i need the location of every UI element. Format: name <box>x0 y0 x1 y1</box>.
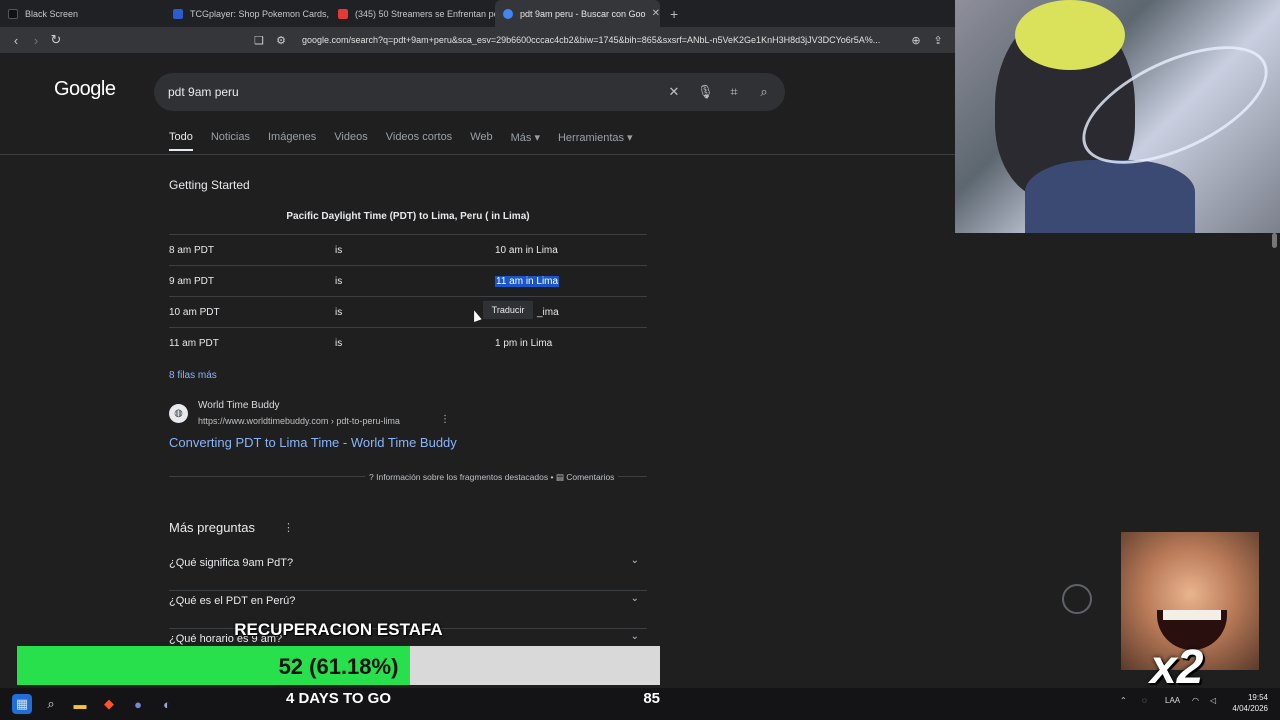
about-snippets-link[interactable]: Información sobre los fragmentos destaca… <box>376 472 548 482</box>
clock-date: 4/04/2026 <box>1232 704 1268 713</box>
help-icon: ? <box>369 472 374 482</box>
translate-tooltip[interactable]: Traducir <box>483 301 533 319</box>
streamer-hair <box>1015 0 1125 70</box>
goal-target: 85 <box>643 690 660 707</box>
people-also-ask-title: Más preguntas <box>169 520 255 535</box>
new-tab-button[interactable]: + <box>660 6 688 22</box>
tab-imagenes[interactable]: Imágenes <box>268 131 316 151</box>
network-icon[interactable]: ◌ <box>1142 696 1147 705</box>
url-field[interactable]: google.com/search?q=pdt+9am+peru&sca_esv… <box>302 35 897 45</box>
tab-web[interactable]: Web <box>470 131 492 151</box>
reload-icon[interactable]: ↻ <box>46 32 66 48</box>
tab-title: (345) 50 Streamers se Enfrentan por <box>355 8 495 19</box>
tab-youtube[interactable]: (345) 50 Streamers se Enfrentan por <box>330 0 495 27</box>
address-bar: ‹ › ↻ ❑ ⚙ google.com/search?q=pdt+9am+pe… <box>0 27 955 53</box>
google-logo[interactable]: Google <box>54 78 116 101</box>
tab-google-search[interactable]: pdt 9am peru - Buscar con Goo ✕ <box>495 0 660 27</box>
tab-herramientas[interactable]: Herramientas ▾ <box>558 131 633 151</box>
tab-black-screen[interactable]: Black Screen <box>0 0 165 27</box>
source-name[interactable]: World Time Buddy <box>198 400 280 411</box>
share-icon[interactable]: ⇪ <box>931 33 945 47</box>
more-options-icon[interactable]: ⋮ <box>440 414 450 425</box>
question-text: ¿Qué es el PDT en Perú? <box>169 595 296 607</box>
chevron-down-icon: ⌄ <box>630 593 639 604</box>
goal-progress-bar: 52 (61.18%) <box>17 646 660 685</box>
table-cell: is <box>335 338 343 349</box>
table-title: Pacific Daylight Time (PDT) to Lima, Per… <box>286 211 530 222</box>
feedback-icon: ▤ <box>555 472 564 482</box>
webcam-overlay <box>955 0 1280 233</box>
table-cell: 10 am in Lima <box>495 245 558 256</box>
search-icon[interactable]: ⌕ <box>757 84 771 100</box>
table-cell: 9 am PDT <box>169 276 215 287</box>
table-cell: 1 pm in Lima <box>495 338 553 349</box>
clock-time: 19:54 <box>1247 693 1268 702</box>
tab-noticias[interactable]: Noticias <box>211 131 250 151</box>
snippet-heading: Getting Started <box>169 178 250 192</box>
zoom-icon[interactable]: ⊕ <box>909 33 923 47</box>
table-row: 9 am PDT is 11 am in Lima <box>169 265 647 296</box>
youtube-icon <box>338 8 348 19</box>
separator: • <box>550 472 554 482</box>
table-row: 11 am PDT is 1 pm in Lima <box>169 327 647 358</box>
divider <box>0 154 955 155</box>
table-cell: 8 am PDT <box>169 245 215 256</box>
table-cell: _ima <box>537 307 559 318</box>
search-tabs: Todo Noticias Imágenes Videos Videos cor… <box>169 131 651 151</box>
table-cell: is <box>335 307 343 318</box>
source-url[interactable]: https://www.worldtimebuddy.com › pdt-to-… <box>198 416 400 426</box>
tab-favicon-icon <box>173 8 183 19</box>
goal-title: RECUPERACION ESTAFA <box>234 620 443 639</box>
chevron-down-icon: ⌄ <box>630 555 639 566</box>
goal-progress-text: 52 (61.18%) <box>278 654 399 679</box>
tab-todo[interactable]: Todo <box>169 131 193 151</box>
table-cell: 10 am PDT <box>169 307 220 318</box>
more-options-icon[interactable]: ⋮ <box>283 521 294 534</box>
question-text: ¿Qué significa 9am PdT? <box>169 557 294 569</box>
days-remaining: 4 DAYS TO GO <box>285 690 392 707</box>
forward-icon[interactable]: › <box>26 33 46 48</box>
back-icon[interactable]: ‹ <box>6 33 26 48</box>
search-input[interactable] <box>168 85 651 99</box>
camera-search-icon[interactable]: ⌗ <box>727 84 741 100</box>
site-settings-icon[interactable]: ⚙ <box>274 33 288 47</box>
system-clock[interactable]: 19:54 4/04/2026 <box>1226 692 1268 714</box>
loading-spinner-icon <box>1062 584 1092 614</box>
globe-icon: ◍ <box>169 404 188 423</box>
scrollbar[interactable] <box>1272 233 1277 248</box>
question-item[interactable]: ¿Qué significa 9am PdT? ⌄ <box>169 553 647 591</box>
google-favicon-icon <box>503 8 513 19</box>
table-cell: 11 am PDT <box>169 338 219 349</box>
clear-icon[interactable]: ✕ <box>667 84 681 100</box>
snippet-info: ? Información sobre los fragmentos desta… <box>365 472 619 483</box>
meme-teeth <box>1163 610 1221 620</box>
selected-text: 11 am in Lima <box>495 276 560 287</box>
tab-videos-cortos[interactable]: Videos cortos <box>386 131 452 151</box>
bookmark-icon[interactable]: ❑ <box>252 33 266 47</box>
browser-tab-bar: Black Screen TCGplayer: Shop Pokemon Car… <box>0 0 955 27</box>
table-row: 10 am PDT is _ima <box>169 296 647 327</box>
tab-title: TCGplayer: Shop Pokemon Cards, Pa <box>190 8 330 19</box>
tab-videos[interactable]: Videos <box>334 131 367 151</box>
language-indicator[interactable]: LAA <box>1165 696 1180 705</box>
tab-title: pdt 9am peru - Buscar con Goo <box>520 8 646 19</box>
microphone-icon[interactable]: 🎙 <box>697 84 714 100</box>
wifi-icon[interactable]: ◠ <box>1192 696 1199 705</box>
feedback-link[interactable]: Comentarios <box>566 472 614 482</box>
search-box[interactable]: ✕ 🎙 ⌗ ⌕ <box>154 73 785 111</box>
table-row: 8 am PDT is 10 am in Lima <box>169 234 647 265</box>
tab-favicon-icon <box>8 8 18 19</box>
table-cell: is <box>335 276 343 287</box>
tab-tcgplayer[interactable]: TCGplayer: Shop Pokemon Cards, Pa <box>165 0 330 27</box>
meme-multiplier: x2 <box>1150 641 1204 694</box>
tab-close-icon[interactable]: ✕ <box>646 8 660 19</box>
tab-title: Black Screen <box>25 8 79 19</box>
streamer-shirt <box>1025 160 1195 233</box>
chevron-up-icon[interactable]: ⌃ <box>1120 696 1127 705</box>
volume-icon[interactable]: ◁ <box>1210 696 1216 705</box>
tab-mas[interactable]: Más ▾ <box>511 131 540 151</box>
more-rows-link[interactable]: 8 filas más <box>169 370 217 381</box>
result-link[interactable]: Converting PDT to Lima Time - World Time… <box>169 435 457 450</box>
table-cell: is <box>335 245 343 256</box>
